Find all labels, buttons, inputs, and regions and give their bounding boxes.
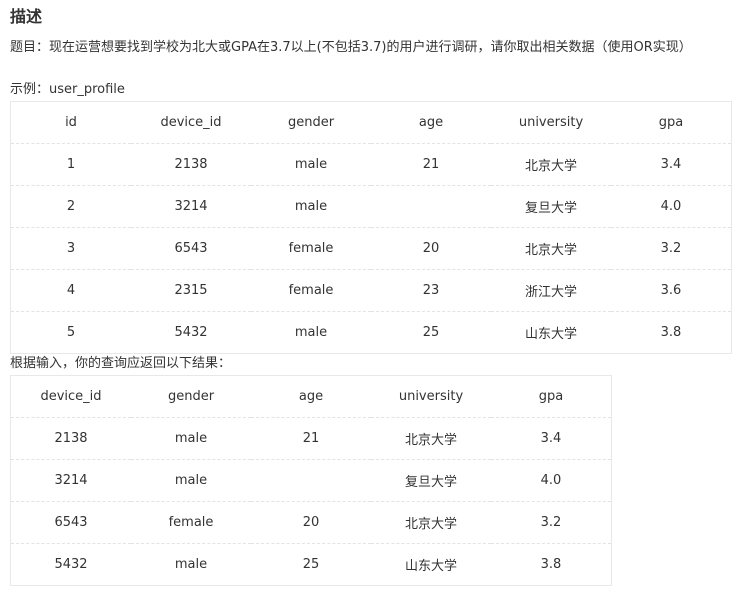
example-column-header-university: university (491, 102, 611, 144)
result-table-row: 5432 male 25 山东大学 3.8 (11, 544, 611, 586)
result-table-header-row: device_id gender age university gpa (11, 376, 611, 418)
result-table-row: 2138 male 21 北京大学 3.4 (11, 417, 611, 460)
result-table-row: 3214 male 复旦大学 4.0 (11, 459, 611, 502)
result-cell-gender: male (131, 417, 251, 460)
example-table-row: 4 2315 female 23 浙江大学 3.6 (11, 269, 731, 312)
result-table: device_id gender age university gpa 2138 male… (11, 376, 611, 585)
result-column-header-gender: gender (131, 376, 251, 418)
result-cell-gpa: 3.2 (491, 501, 611, 544)
example-cell-gpa: 3.2 (611, 227, 731, 270)
result-column-header-gpa: gpa (491, 376, 611, 418)
result-cell-university: 复旦大学 (371, 459, 491, 502)
example-cell-university: 北京大学 (491, 143, 611, 186)
example-table-container: id device_id gender age university gpa 1 2138 m… (10, 101, 732, 354)
result-column-header-device-id: device_id (11, 376, 131, 418)
example-cell-device-id: 5432 (174, 325, 208, 340)
result-column-header-age: age (251, 376, 371, 418)
result-table-row: 6543 female 20 北京大学 3.2 (11, 501, 611, 544)
example-cell-device-id: 2138 (131, 143, 251, 186)
result-column-header-university: university (371, 376, 491, 418)
example-cell-device-id: 6543 (131, 227, 251, 270)
example-table: id device_id gender age university gpa 1 2138 m… (11, 102, 731, 353)
example-table-row: 3 6543 female 20 北京大学 3.2 (11, 227, 731, 270)
result-cell-gender: male (174, 557, 208, 572)
example-cell-university: 复旦大学 (491, 185, 611, 228)
example-column-header-id: id (11, 102, 131, 144)
example-cell-age: 20 (371, 227, 491, 270)
example-cell-id: 1 (11, 143, 131, 186)
example-cell-gpa: 3.4 (611, 143, 731, 186)
result-cell-device-id: 3214 (11, 459, 131, 502)
result-cell-age (251, 459, 371, 502)
result-cell-device-id: 5432 (54, 557, 88, 572)
result-cell-gender: female (131, 501, 251, 544)
result-cell-university: 山东大学 (404, 559, 457, 574)
example-cell-gender: male (251, 143, 371, 186)
example-cell-id: 4 (11, 269, 131, 312)
example-column-header-device-id: device_id (131, 102, 251, 144)
example-cell-gpa: 3.8 (660, 325, 682, 340)
result-cell-gpa: 3.8 (540, 557, 562, 572)
example-column-header-gender: gender (251, 102, 371, 144)
example-cell-device-id: 3214 (131, 185, 251, 228)
example-cell-id: 3 (11, 227, 131, 270)
section-heading: 描述 (10, 7, 43, 26)
result-cell-device-id: 2138 (11, 417, 131, 460)
problem-description: 题目：现在运营想要找到学校为北大或GPA在3.7以上(不包括3.7)的用户进行调… (10, 40, 692, 55)
example-column-header-age: age (371, 102, 491, 144)
example-cell-device-id: 2315 (131, 269, 251, 312)
example-cell-age (371, 185, 491, 228)
example-table-row: 1 2138 male 21 北京大学 3.4 (11, 143, 731, 186)
example-cell-age: 23 (371, 269, 491, 312)
example-cell-gpa: 3.6 (611, 269, 731, 312)
example-cell-university: 浙江大学 (491, 269, 611, 312)
result-cell-university: 北京大学 (371, 417, 491, 460)
example-cell-age: 25 (422, 325, 440, 340)
result-cell-device-id: 6543 (11, 501, 131, 544)
example-cell-age: 21 (371, 143, 491, 186)
example-cell-id: 5 (66, 325, 76, 340)
example-table-row: 5 5432 male 25 山东大学 3.8 (11, 312, 731, 354)
example-label: 示例：user_profile (10, 82, 125, 97)
example-column-header-gpa: gpa (611, 102, 731, 144)
example-cell-gender: female (251, 227, 371, 270)
result-label: 根据输入，你的查询应返回以下结果： (10, 356, 232, 371)
example-cell-gender: male (251, 185, 371, 228)
example-cell-gender: female (251, 269, 371, 312)
result-cell-gpa: 4.0 (491, 459, 611, 502)
example-cell-gender: male (294, 325, 328, 340)
result-cell-gender: male (131, 459, 251, 502)
result-cell-age: 21 (251, 417, 371, 460)
example-cell-university: 山东大学 (524, 327, 577, 342)
example-cell-university: 北京大学 (491, 227, 611, 270)
result-cell-age: 20 (251, 501, 371, 544)
example-table-row: 2 3214 male 复旦大学 4.0 (11, 185, 731, 228)
result-cell-university: 北京大学 (371, 501, 491, 544)
example-cell-id: 2 (11, 185, 131, 228)
result-table-container: device_id gender age university gpa 2138 male… (10, 375, 612, 586)
result-cell-gpa: 3.4 (491, 417, 611, 460)
example-table-header-row: id device_id gender age university gpa (11, 102, 731, 144)
result-cell-age: 25 (302, 557, 320, 572)
example-cell-gpa: 4.0 (611, 185, 731, 228)
